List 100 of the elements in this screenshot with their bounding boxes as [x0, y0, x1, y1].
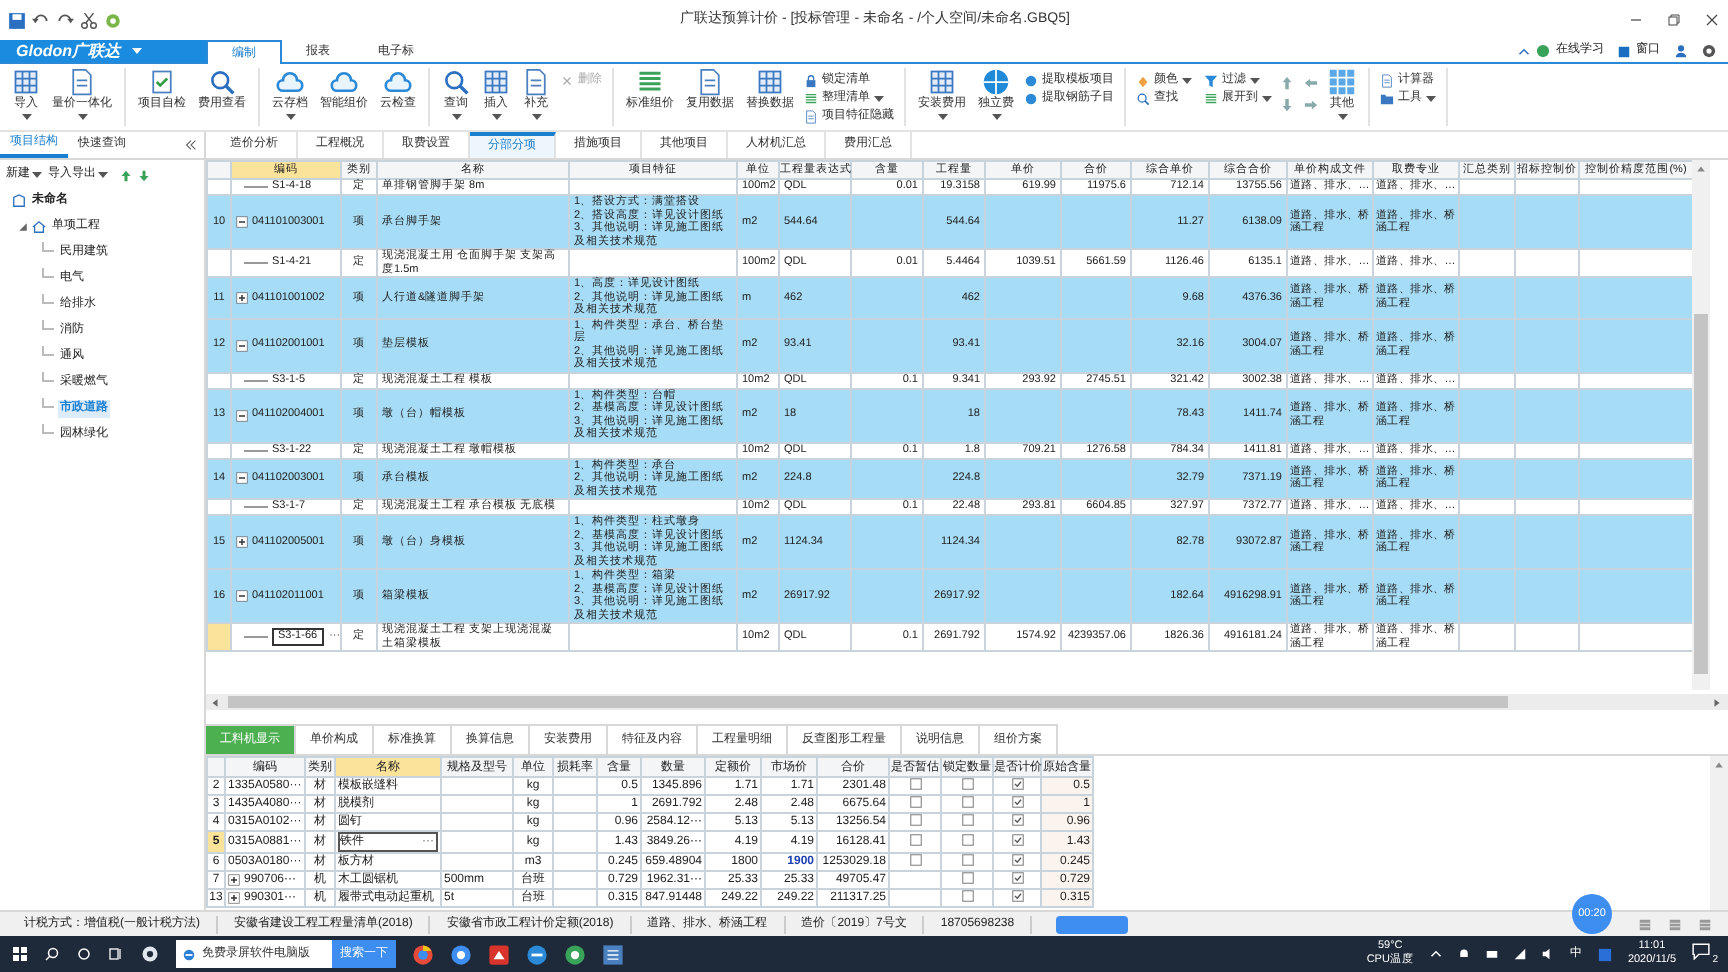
- checkbox[interactable]: [961, 834, 973, 847]
- lock-icon: [804, 74, 818, 88]
- checkbox[interactable]: [909, 854, 921, 867]
- search-icon: [1136, 92, 1150, 106]
- list-icon: [804, 92, 818, 106]
- document-icon: [1380, 74, 1394, 88]
- app-icon[interactable]: [412, 943, 434, 965]
- circle-icon: [1024, 74, 1038, 88]
- caret-icon: [1337, 114, 1347, 122]
- bell-icon[interactable]: [1457, 948, 1470, 960]
- plus-box-icon[interactable]: [228, 892, 240, 904]
- table-icon: [12, 68, 40, 96]
- checked-checkbox[interactable]: [1011, 834, 1023, 847]
- task-view-icon[interactable]: [108, 946, 124, 962]
- checkbox[interactable]: [909, 778, 921, 791]
- app-icon[interactable]: [488, 943, 510, 965]
- caret-icon: [991, 114, 1001, 122]
- list-icon: [636, 68, 664, 96]
- minus-box-icon[interactable]: [236, 472, 248, 485]
- cross-icon: [560, 74, 574, 88]
- cloud-icon: [276, 68, 304, 96]
- document-icon: [804, 110, 818, 124]
- message-icon[interactable]: [1692, 942, 1710, 960]
- checked-checkbox[interactable]: [1011, 796, 1023, 809]
- down-arrow-icon[interactable]: [138, 169, 150, 181]
- checked-checkbox[interactable]: [1011, 814, 1023, 827]
- up-arrow-icon[interactable]: [120, 169, 132, 181]
- table-icon: [482, 68, 510, 96]
- checkbox[interactable]: [961, 872, 973, 885]
- minus-box-icon[interactable]: [236, 590, 248, 602]
- checked-checkbox[interactable]: [1011, 872, 1023, 885]
- checkbox[interactable]: [961, 814, 973, 827]
- redo-icon[interactable]: [56, 11, 74, 29]
- caret-icon: [285, 114, 295, 122]
- search-icon[interactable]: [44, 946, 60, 962]
- app-icon[interactable]: [526, 943, 548, 965]
- circle-icon[interactable]: [76, 946, 92, 962]
- checkbox[interactable]: [961, 778, 973, 791]
- checked-checkbox[interactable]: [1011, 778, 1023, 791]
- checkbox[interactable]: [909, 834, 921, 847]
- scroll-right-icon[interactable]: [1712, 697, 1722, 707]
- scroll-left-icon[interactable]: [210, 697, 220, 707]
- caret-icon[interactable]: [132, 47, 142, 55]
- close-icon[interactable]: [1704, 12, 1720, 28]
- scroll-up-icon[interactable]: [1696, 164, 1706, 174]
- app-logo: Glodon广联达: [16, 39, 120, 63]
- scissors-icon[interactable]: [80, 11, 98, 29]
- plus-box-icon[interactable]: [236, 536, 248, 548]
- app-icon[interactable]: [140, 944, 160, 964]
- caret-icon: [21, 114, 31, 122]
- bucket-icon: [1136, 74, 1150, 88]
- caret-icon: [77, 114, 87, 122]
- plus-box-icon[interactable]: [228, 874, 240, 886]
- help-icon[interactable]: [1702, 44, 1716, 58]
- expanded-triangle-icon[interactable]: [18, 221, 28, 231]
- caret-icon: [937, 114, 947, 122]
- table-icon: [756, 68, 784, 96]
- save-icon[interactable]: [8, 11, 26, 29]
- scroll-up-icon[interactable]: [1714, 760, 1724, 770]
- plus-box-icon[interactable]: [236, 291, 248, 304]
- app-icon[interactable]: [450, 943, 472, 965]
- caret-icon: [1426, 95, 1436, 103]
- undo-icon[interactable]: [32, 11, 50, 29]
- caret-icon: [874, 95, 884, 103]
- cloud-icon: [384, 68, 412, 96]
- cloud-icon: [330, 68, 358, 96]
- house-icon: [32, 219, 46, 233]
- caret-icon: [491, 114, 501, 122]
- checked-checkbox[interactable]: [1011, 890, 1023, 903]
- building-icon: [12, 193, 26, 207]
- checkbox[interactable]: [961, 796, 973, 809]
- app-icon[interactable]: [564, 943, 586, 965]
- checked-checkbox[interactable]: [1011, 854, 1023, 867]
- checkbox[interactable]: [909, 796, 921, 809]
- restore-icon[interactable]: [1666, 12, 1682, 28]
- app-icon[interactable]: [602, 943, 624, 965]
- filter-icon: [1204, 74, 1218, 88]
- network-icon[interactable]: [1485, 948, 1498, 960]
- scrollbar[interactable]: [1692, 160, 1710, 690]
- collapse-icon[interactable]: [184, 138, 198, 152]
- circle-icon: [1024, 92, 1038, 106]
- minus-box-icon[interactable]: [236, 216, 248, 228]
- minus-box-icon[interactable]: [236, 409, 248, 421]
- folder-icon: [1380, 92, 1394, 106]
- user-icon[interactable]: [1674, 44, 1688, 58]
- scrollbar[interactable]: [206, 694, 1728, 710]
- caret-icon: [451, 114, 461, 122]
- caret-icon: [32, 171, 42, 179]
- list-icon: [1204, 92, 1218, 106]
- speaker-icon[interactable]: [1541, 948, 1554, 960]
- browser-icon: [182, 947, 196, 961]
- checkbox[interactable]: [961, 854, 973, 867]
- checkbox[interactable]: [909, 814, 921, 827]
- checkbox[interactable]: [961, 890, 973, 903]
- caret-icon: [1182, 77, 1192, 85]
- status-button[interactable]: [1056, 915, 1129, 933]
- table-icon: [928, 68, 956, 96]
- minus-box-icon[interactable]: [236, 339, 248, 351]
- windows-logo-icon[interactable]: [12, 946, 28, 962]
- scrollbar[interactable]: [1710, 756, 1728, 910]
